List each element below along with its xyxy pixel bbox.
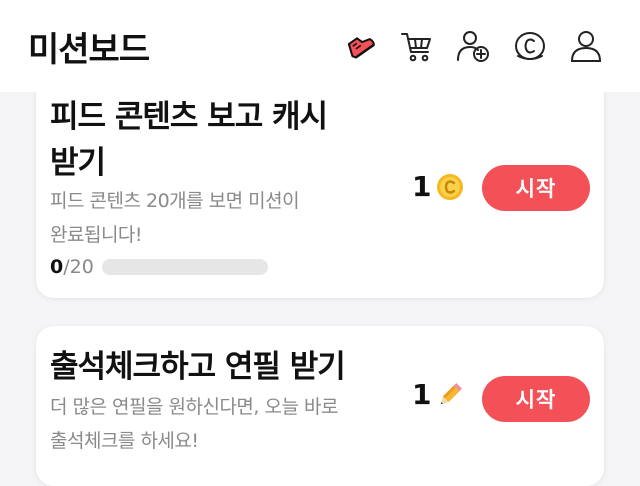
add-friend-icon[interactable]: [455, 28, 491, 64]
mission-reward: 1: [412, 378, 465, 411]
mission-desc-line: 출석체크를 하세요!: [50, 430, 199, 452]
coin-icon[interactable]: [512, 28, 548, 64]
profile-icon[interactable]: [568, 28, 604, 64]
mission-desc-line: 완료됩니다!: [50, 224, 143, 246]
reward-amount: 1: [412, 170, 432, 203]
mission-title: 피드 콘텐츠 보고 캐시 받기: [50, 94, 380, 186]
cash-coin-icon: [437, 173, 464, 200]
start-button[interactable]: 시작: [482, 165, 590, 211]
mission-title-line: 출석체크하고 연필 받기: [50, 349, 346, 385]
mission-card-attendance: 출석체크하고 연필 받기 더 많은 연필을 원하신다면, 오늘 바로 출석체크를…: [36, 326, 604, 486]
mission-desc-line: 더 많은 연필을 원하신다면, 오늘 바로: [50, 396, 338, 418]
sneaker-icon[interactable]: [342, 28, 378, 64]
pencil-icon: [441, 382, 463, 404]
mission-desc-line: 피드 콘텐츠 20개를 보면 미션이: [50, 190, 300, 212]
mission-card-feed: 피드 콘텐츠 보고 캐시 받기 피드 콘텐츠 20개를 보면 미션이 완료됩니다…: [36, 60, 604, 298]
mission-description: 더 많은 연필을 원하신다면, 오늘 바로 출석체크를 하세요!: [50, 390, 380, 458]
page-title: 미션보드: [28, 30, 150, 70]
mission-title: 출석체크하고 연필 받기: [50, 344, 380, 390]
mission-title-line: 피드 콘텐츠 보고 캐시: [50, 99, 328, 135]
start-button[interactable]: 시작: [482, 376, 590, 422]
progress-bar: [101, 259, 268, 275]
mission-reward: 1: [412, 170, 465, 203]
mission-description: 피드 콘텐츠 20개를 보면 미션이 완료됩니다!: [50, 184, 380, 252]
cart-icon[interactable]: [399, 28, 435, 64]
app-header: 미션보드: [0, 0, 640, 92]
reward-amount: 1: [412, 378, 432, 411]
progress-total: /20: [63, 256, 94, 278]
progress-current: 0: [50, 256, 64, 278]
mission-title-line: 받기: [50, 145, 106, 181]
mission-progress: 0 /20: [50, 256, 268, 278]
